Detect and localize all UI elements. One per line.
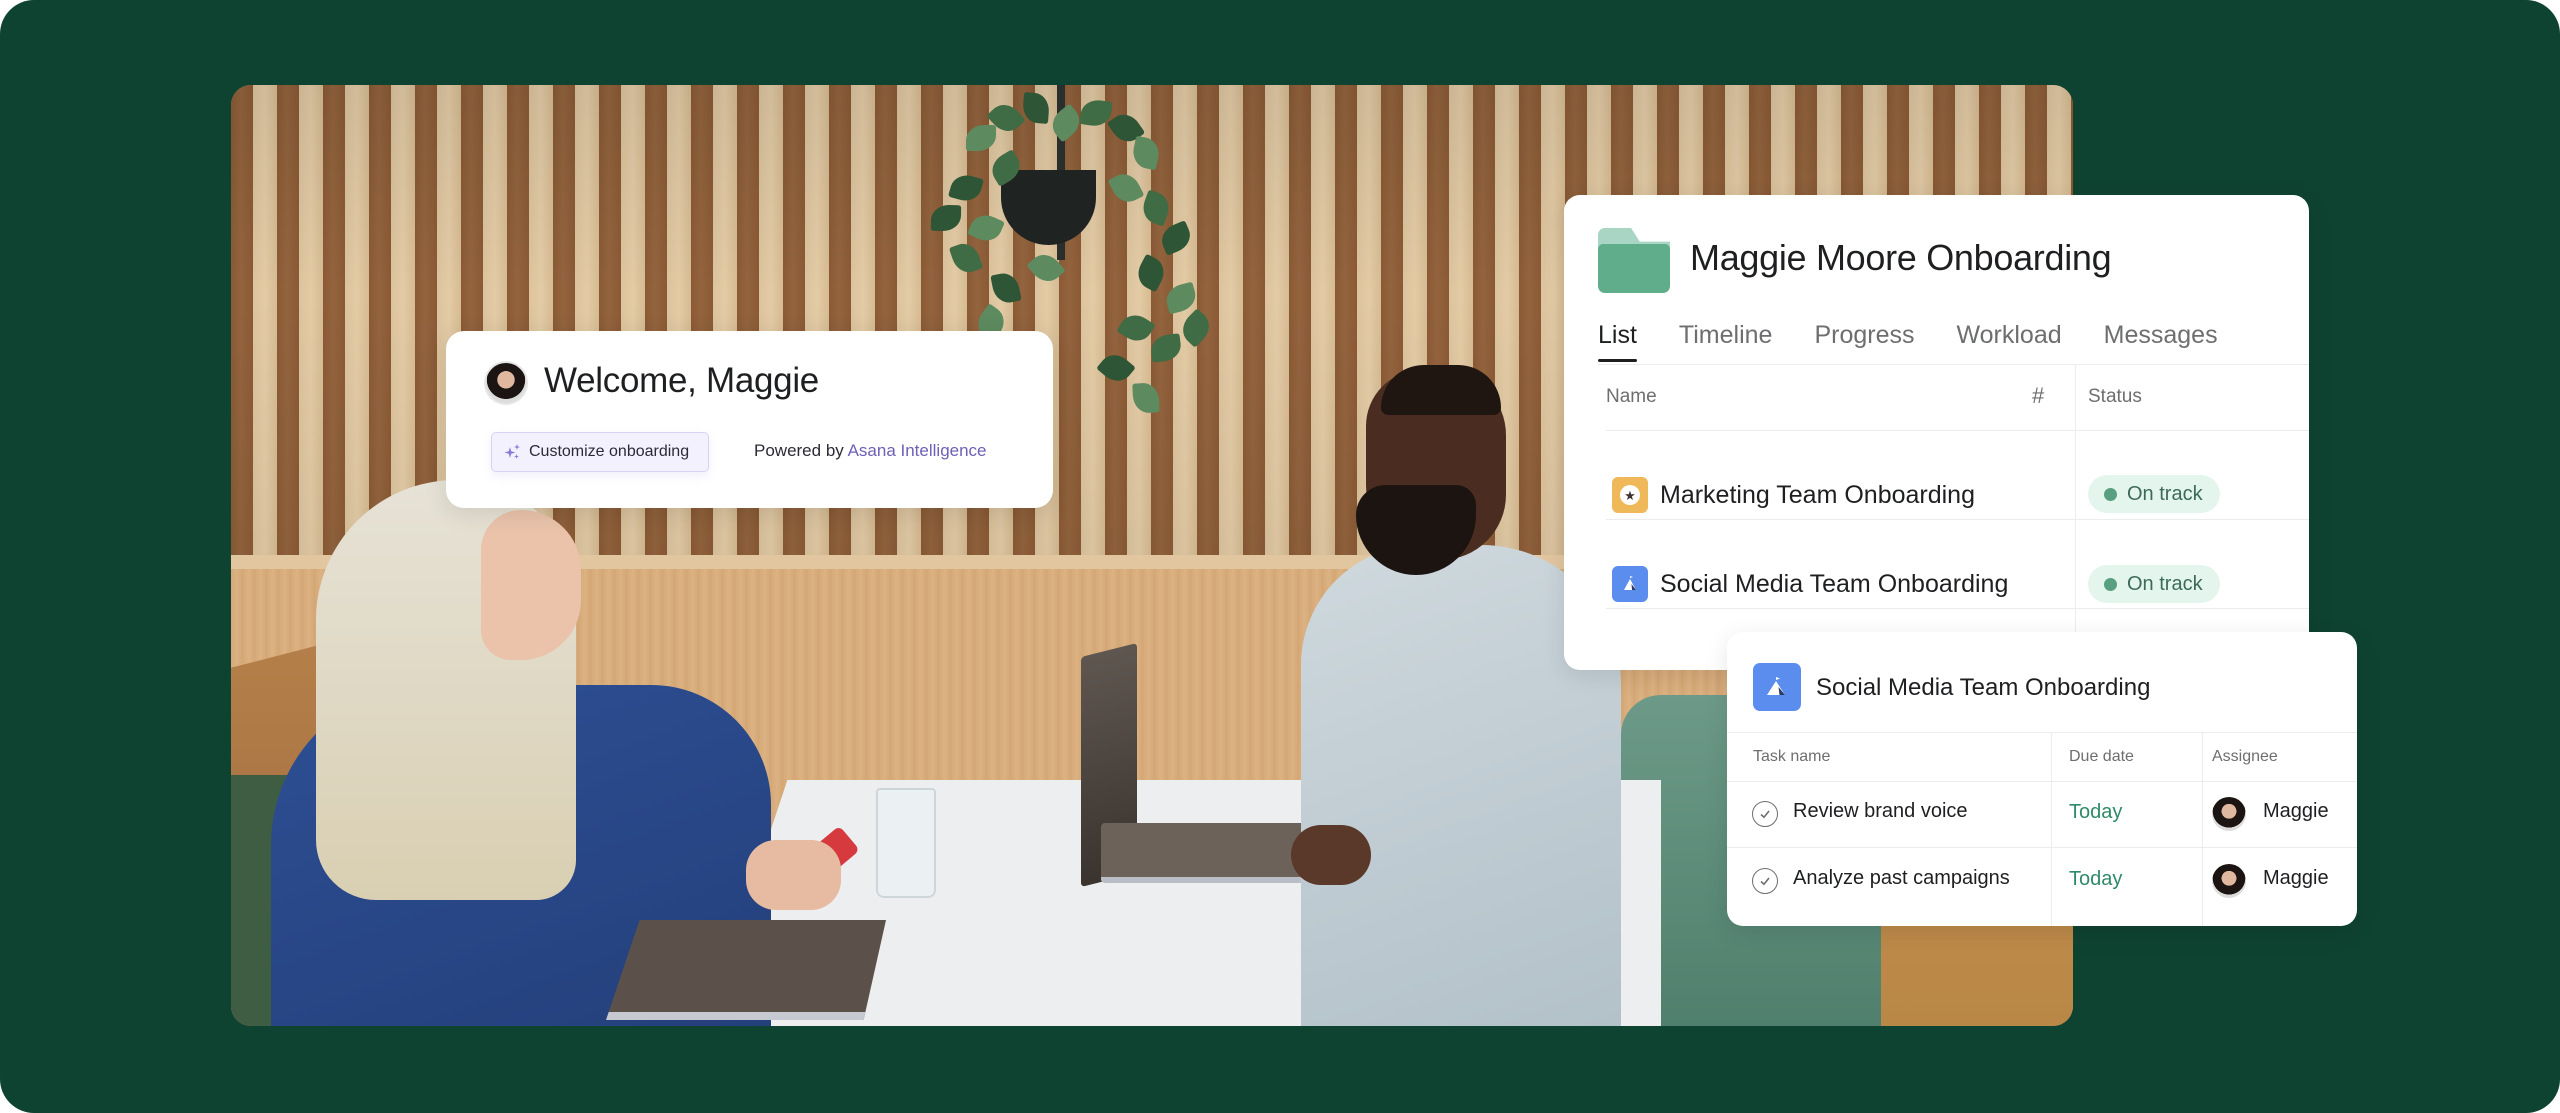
project-row-name: Social Media Team Onboarding	[1660, 569, 2009, 598]
status-dot-icon	[2104, 577, 2117, 591]
man-hand	[1291, 825, 1371, 885]
project-tabs: List Timeline Progress Workload Messages	[1598, 321, 2260, 362]
powered-by-text: Powered by Asana Intelligence	[754, 441, 987, 460]
task-assignee: Maggie	[2263, 800, 2329, 822]
closed-laptop	[606, 920, 886, 1020]
column-header-task-name[interactable]: Task name	[1753, 748, 1830, 766]
column-header-name[interactable]: Name	[1606, 386, 1657, 408]
welcome-card: Welcome, Maggie Customize onboarding Pow…	[446, 331, 1053, 508]
user-avatar	[484, 361, 528, 405]
tab-workload[interactable]: Workload	[1957, 321, 2062, 362]
welcome-title: Welcome, Maggie	[544, 361, 819, 400]
sparkle-icon	[504, 443, 522, 461]
task-row[interactable]: Analyze past campaigns Today Maggie	[1727, 847, 2357, 913]
project-row[interactable]: Social Media Team Onboarding	[1612, 564, 2008, 604]
project-row-name: Marketing Team Onboarding	[1660, 480, 1975, 509]
divider	[1598, 364, 2309, 365]
task-name: Analyze past campaigns	[1793, 867, 2010, 889]
project-card: Maggie Moore Onboarding List Timeline Pr…	[1564, 195, 2309, 670]
hero-canvas: Welcome, Maggie Customize onboarding Pow…	[0, 0, 2560, 1113]
woman-face	[481, 510, 581, 660]
tab-list[interactable]: List	[1598, 321, 1637, 362]
status-badge[interactable]: On track	[2088, 565, 2220, 603]
tab-messages[interactable]: Messages	[2104, 321, 2218, 362]
folder-icon	[1598, 228, 1670, 293]
column-divider	[2075, 365, 2076, 670]
task-due-date: Today	[2069, 868, 2123, 890]
tasks-card: Social Media Team Onboarding Task name D…	[1727, 632, 2357, 926]
project-row[interactable]: ★ Marketing Team Onboarding	[1612, 475, 1975, 515]
task-due-date: Today	[2069, 801, 2123, 823]
customize-onboarding-button[interactable]: Customize onboarding	[491, 432, 709, 472]
tab-progress[interactable]: Progress	[1814, 321, 1914, 362]
mountain-flag-icon	[1753, 663, 1801, 711]
column-header-assignee[interactable]: Assignee	[2212, 748, 2278, 766]
task-assignee: Maggie	[2263, 867, 2329, 889]
assignee-avatar	[2212, 797, 2246, 831]
assignee-avatar	[2212, 864, 2246, 898]
complete-task-checkbox[interactable]	[1752, 801, 1778, 827]
complete-task-checkbox[interactable]	[1752, 868, 1778, 894]
tab-timeline[interactable]: Timeline	[1679, 321, 1773, 362]
column-header-due-date[interactable]: Due date	[2069, 748, 2134, 766]
woman-hand	[746, 840, 841, 910]
tasks-card-title: Social Media Team Onboarding	[1816, 674, 2151, 701]
status-dot-icon	[2104, 487, 2117, 501]
status-badge[interactable]: On track	[2088, 475, 2220, 513]
project-title: Maggie Moore Onboarding	[1690, 237, 2112, 278]
hash-icon[interactable]: #	[2032, 383, 2044, 409]
column-header-status[interactable]: Status	[2088, 386, 2142, 408]
task-row[interactable]: Review brand voice Today Maggie	[1727, 781, 2357, 847]
customize-onboarding-label: Customize onboarding	[529, 443, 690, 460]
star-icon: ★	[1612, 477, 1648, 513]
task-name: Review brand voice	[1793, 800, 1968, 822]
water-glass	[876, 788, 936, 898]
asana-intelligence-link[interactable]: Asana Intelligence	[848, 441, 987, 460]
mountain-flag-icon	[1612, 566, 1648, 602]
